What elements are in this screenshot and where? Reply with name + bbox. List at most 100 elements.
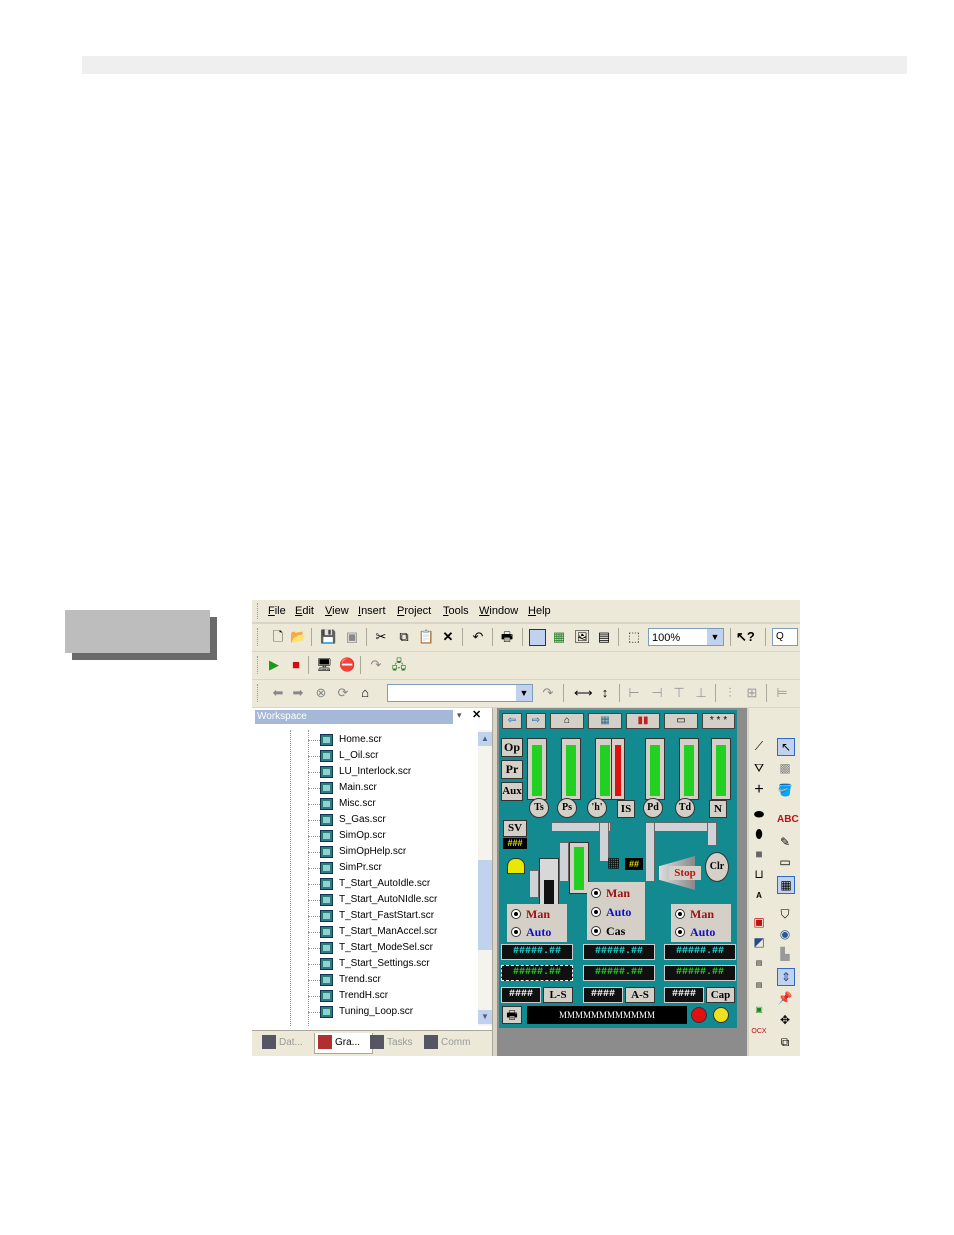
- home-icon[interactable]: ⌂: [357, 685, 373, 701]
- zoom-select[interactable]: 100% ▼: [648, 628, 724, 646]
- stop-label[interactable]: Stop: [669, 866, 701, 880]
- nav-back-button[interactable]: ⇦: [502, 713, 522, 729]
- tab-graphics[interactable]: Gra...: [314, 1033, 373, 1054]
- menu-edit[interactable]: Edit: [295, 605, 314, 617]
- pin-object-icon[interactable]: 📌: [777, 990, 793, 1006]
- menu-file[interactable]: File: [268, 605, 286, 617]
- select-area-icon[interactable]: ⬚: [626, 629, 642, 645]
- ls-label[interactable]: L-S: [543, 987, 573, 1003]
- menu-project[interactable]: Project: [397, 605, 431, 617]
- cap-label[interactable]: Cap: [706, 987, 735, 1003]
- back-arrow-icon[interactable]: ⬅: [270, 685, 286, 701]
- window-icon[interactable]: ▭: [777, 854, 793, 870]
- stop-square-icon[interactable]: ■: [288, 657, 304, 673]
- list-item[interactable]: Trend.scr: [308, 972, 478, 988]
- resize-icon[interactable]: ⧉: [777, 1034, 793, 1050]
- red-lamp-icon[interactable]: [691, 1007, 707, 1023]
- pen-icon[interactable]: ✎: [777, 834, 793, 850]
- list-item[interactable]: SimOp.scr: [308, 828, 478, 844]
- list-item[interactable]: T_Start_Settings.scr: [308, 956, 478, 972]
- list-item[interactable]: SimOpHelp.scr: [308, 844, 478, 860]
- nav-plant-button[interactable]: ▦: [588, 713, 622, 729]
- computer-icon[interactable]: 🖥: [316, 657, 333, 673]
- save-all-icon[interactable]: ▣: [344, 629, 360, 645]
- radio-auto-right[interactable]: Auto: [675, 924, 715, 940]
- nav-trend-button[interactable]: ▮▮: [626, 713, 660, 729]
- yellow-lamp-icon[interactable]: [713, 1007, 729, 1023]
- align-right-icon[interactable]: ⊣: [649, 685, 665, 701]
- chart-object-icon[interactable]: ▙: [777, 946, 793, 962]
- alarm-list-icon[interactable]: ▤: [751, 956, 767, 972]
- ellipse-icon[interactable]: ⬬: [751, 806, 767, 822]
- ocx-icon[interactable]: OCX: [751, 1024, 767, 1040]
- menu-tools[interactable]: Tools: [443, 605, 469, 617]
- tab-database[interactable]: Dat...: [262, 1033, 314, 1053]
- list-item[interactable]: T_Start_ModeSel.scr: [308, 940, 478, 956]
- aux-button[interactable]: Aux: [501, 782, 523, 801]
- grid-toggle-icon[interactable]: ▦: [777, 876, 795, 894]
- readout[interactable]: #####.##: [501, 965, 573, 981]
- rounded-rect-icon[interactable]: ⬮: [751, 826, 767, 842]
- menu-view[interactable]: View: [325, 605, 349, 617]
- tree-scrollbar[interactable]: ▲ ▼: [478, 730, 492, 1026]
- sv-button[interactable]: SV: [503, 820, 527, 837]
- layout-icon[interactable]: [529, 629, 546, 646]
- nav-home-button[interactable]: ⌂: [550, 713, 584, 729]
- align-top-icon[interactable]: ⊤: [671, 685, 687, 701]
- print-icon[interactable]: 🖶: [499, 629, 515, 645]
- radio-dot[interactable]: [675, 927, 685, 937]
- tab-tasks[interactable]: Tasks: [370, 1033, 422, 1053]
- radio-dot[interactable]: [511, 927, 521, 937]
- select-pointer-icon[interactable]: ↖: [777, 738, 795, 756]
- toolbar-grip[interactable]: [257, 628, 261, 646]
- nav-more-button[interactable]: * * *: [702, 713, 735, 729]
- same-width-icon[interactable]: ⟷: [574, 685, 593, 701]
- trend-object-icon[interactable]: ◩: [751, 934, 767, 950]
- alarm-summary-icon[interactable]: ▤: [751, 978, 767, 994]
- text-icon[interactable]: ABC: [777, 812, 799, 828]
- radio-dot[interactable]: [675, 909, 685, 919]
- pd-indicator[interactable]: Pd: [643, 798, 663, 818]
- polygon-icon[interactable]: ⛛: [751, 760, 767, 776]
- radio-cas-center[interactable]: Cas: [591, 923, 625, 939]
- help-cursor-icon[interactable]: ↖?: [736, 629, 755, 645]
- line-icon[interactable]: +: [751, 782, 767, 798]
- list-item[interactable]: Home.scr: [308, 732, 478, 748]
- stop-circle-icon[interactable]: ⊗: [313, 685, 329, 701]
- center-vertical-icon[interactable]: ⫶: [722, 685, 738, 701]
- fill-icon[interactable]: 🪣: [777, 782, 793, 798]
- op-button[interactable]: Op: [501, 738, 523, 757]
- ts-indicator[interactable]: Ts: [529, 798, 549, 818]
- scroll-object-icon[interactable]: ⇕: [777, 968, 795, 986]
- image-icon[interactable]: 🖼: [574, 629, 591, 645]
- list-item[interactable]: SimPr.scr: [308, 860, 478, 876]
- toolbar-grip[interactable]: [257, 656, 261, 674]
- list-item[interactable]: T_Start_AutoNIdle.scr: [308, 892, 478, 908]
- grid-icon[interactable]: ▦: [551, 629, 567, 645]
- rectangle-icon[interactable]: ■: [751, 846, 767, 862]
- list-item[interactable]: Tuning_Loop.scr: [308, 1004, 478, 1020]
- radio-dot[interactable]: [591, 926, 601, 936]
- h-indicator[interactable]: 'h': [587, 798, 607, 818]
- address-combo[interactable]: ▼: [387, 684, 533, 702]
- radio-man-center[interactable]: Man: [591, 885, 630, 901]
- nav-image-button[interactable]: ▭: [664, 713, 698, 729]
- list-item[interactable]: T_Start_AutoIdle.scr: [308, 876, 478, 892]
- center-horizontal-icon[interactable]: ⊞: [744, 685, 760, 701]
- ok-object-icon[interactable]: ▣: [751, 1002, 767, 1018]
- radio-auto-left[interactable]: Auto: [511, 924, 551, 940]
- polyline-icon[interactable]: ⟋: [751, 738, 767, 754]
- forward-arrow-icon[interactable]: ➡: [290, 685, 306, 701]
- redirect-icon[interactable]: ↷: [368, 657, 384, 673]
- find-input[interactable]: Q: [772, 628, 798, 646]
- paste-icon[interactable]: 📋: [418, 629, 434, 645]
- menu-help[interactable]: Help: [528, 605, 551, 617]
- n-indicator[interactable]: N: [709, 800, 727, 818]
- printer-icon[interactable]: 🖶: [502, 1006, 522, 1024]
- open-icon[interactable]: 📂: [290, 629, 306, 645]
- menu-grip[interactable]: [257, 603, 261, 619]
- list-item[interactable]: S_Gas.scr: [308, 812, 478, 828]
- list-item[interactable]: T_Start_FastStart.scr: [308, 908, 478, 924]
- nav-forward-button[interactable]: ⇨: [526, 713, 546, 729]
- list-item[interactable]: Main.scr: [308, 780, 478, 796]
